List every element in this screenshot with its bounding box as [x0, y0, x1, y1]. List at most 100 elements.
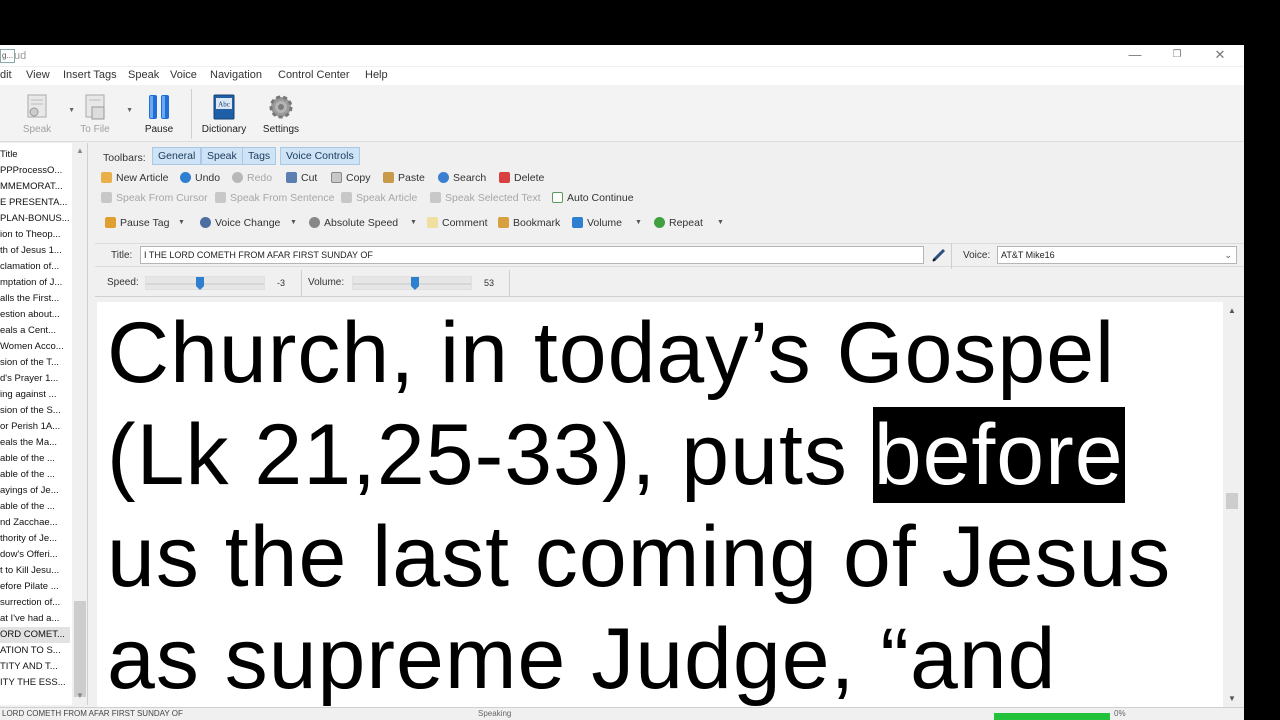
list-item[interactable]: t to Kill Jesu...	[0, 563, 70, 579]
list-item[interactable]: or Perish 1A...	[0, 419, 70, 435]
close-button[interactable]: ✕	[1207, 46, 1233, 64]
new-article-button[interactable]: New Article	[101, 170, 169, 186]
list-item[interactable]: ayings of Je...	[0, 483, 70, 499]
minimize-button[interactable]: —	[1122, 46, 1148, 64]
list-item[interactable]: Women Acco...	[0, 339, 70, 355]
list-item[interactable]: d's Prayer 1...	[0, 371, 70, 387]
menu-insert-tags[interactable]: Insert Tags	[63, 69, 117, 81]
list-item[interactable]: PPProcessO...	[0, 163, 70, 179]
list-item[interactable]: sion of the S...	[0, 403, 70, 419]
speed-slider[interactable]	[145, 276, 265, 290]
tab-voice-controls[interactable]: Voice Controls	[280, 147, 360, 165]
article-editor[interactable]: Church, in today’s Gospel (Lk 21,25-33),…	[97, 302, 1223, 707]
list-item[interactable]: E PRESENTA...	[0, 195, 70, 211]
list-item[interactable]: eals the Ma...	[0, 435, 70, 451]
menu-speak[interactable]: Speak	[128, 69, 159, 81]
delete-button[interactable]: Delete	[499, 170, 544, 186]
auto-continue-toggle[interactable]: Auto Continue	[552, 190, 634, 206]
paste-button[interactable]: Paste	[383, 170, 425, 186]
repeat-dropdown-icon[interactable]: ▼	[717, 219, 724, 226]
menu-voice[interactable]: Voice	[170, 69, 197, 81]
volume-tag-dropdown-icon[interactable]: ▼	[635, 219, 642, 226]
cut-button[interactable]: Cut	[286, 170, 317, 186]
tab-tags[interactable]: Tags	[242, 147, 277, 165]
list-item[interactable]: estion about...	[0, 307, 70, 323]
pause-button[interactable]: Pause	[134, 91, 184, 137]
title-input[interactable]: I THE LORD COMETH FROM AFAR FIRST SUNDAY…	[140, 246, 924, 264]
copy-button[interactable]: Copy	[331, 170, 371, 186]
pause-tag-dropdown-icon[interactable]: ▼	[178, 219, 185, 226]
undo-button[interactable]: Undo	[180, 170, 220, 186]
voice-change-button[interactable]: Voice Change	[200, 215, 280, 231]
menu-edit[interactable]: dit	[0, 69, 12, 81]
scroll-down-icon[interactable]: ▼	[76, 691, 84, 700]
list-item[interactable]: surrection of...	[0, 595, 70, 611]
list-item[interactable]: clamation of...	[0, 259, 70, 275]
menu-navigation[interactable]: Navigation	[210, 69, 262, 81]
list-item[interactable]: ion to Theop...	[0, 227, 70, 243]
list-item[interactable]: sion of the T...	[0, 355, 70, 371]
list-item[interactable]: th of Jesus 1...	[0, 243, 70, 259]
speak-selected-text-button[interactable]: Speak Selected Text	[430, 190, 541, 206]
bookmark-button[interactable]: Bookmark	[498, 215, 560, 231]
menu-control-center[interactable]: Control Center	[278, 69, 350, 81]
speed-slider-thumb[interactable]	[196, 277, 204, 290]
article-list-scroll-thumb[interactable]	[74, 601, 86, 697]
article-text[interactable]: Church, in today’s Gospel (Lk 21,25-33),…	[107, 302, 1217, 707]
list-item[interactable]: TITY AND T...	[0, 659, 70, 675]
editor-scroll-up-icon[interactable]: ▲	[1228, 306, 1236, 315]
volume-slider-thumb[interactable]	[411, 277, 419, 290]
article-list-header[interactable]: Title	[0, 147, 70, 163]
list-item[interactable]: PLAN-BONUS...	[0, 211, 70, 227]
list-item[interactable]: ATION TO S...	[0, 643, 70, 659]
to-file-button[interactable]: To File ▼	[70, 91, 133, 137]
repeat-button[interactable]: Repeat	[654, 215, 703, 231]
tab-general[interactable]: General	[152, 147, 202, 165]
list-item[interactable]: ORD COMET...	[0, 627, 70, 643]
app-icon[interactable]: g...	[0, 49, 15, 63]
speak-article-button[interactable]: Speak Article	[341, 190, 417, 206]
list-item[interactable]: thority of Je...	[0, 531, 70, 547]
volume-tag-button[interactable]: Volume	[572, 215, 622, 231]
menu-view[interactable]: View	[26, 69, 50, 81]
redo-button[interactable]: Redo	[232, 170, 272, 186]
volume-slider[interactable]	[352, 276, 472, 290]
editor-scroll-down-icon[interactable]: ▼	[1228, 694, 1236, 703]
list-item[interactable]: efore Pilate ...	[0, 579, 70, 595]
speak-from-cursor-button[interactable]: Speak From Cursor	[101, 190, 208, 206]
list-item[interactable]: able of the ...	[0, 451, 70, 467]
list-item[interactable]: ing against ...	[0, 387, 70, 403]
voice-change-dropdown-icon[interactable]: ▼	[290, 219, 297, 226]
speak-from-sentence-button[interactable]: Speak From Sentence	[215, 190, 334, 206]
dictionary-button[interactable]: Abc Dictionary	[199, 91, 249, 137]
list-item[interactable]: able of the ...	[0, 499, 70, 515]
comment-button[interactable]: Comment	[427, 215, 488, 231]
search-button[interactable]: Search	[438, 170, 486, 186]
delete-icon	[499, 172, 510, 183]
speak-button[interactable]: Speak ▼	[12, 91, 75, 137]
scroll-up-icon[interactable]: ▲	[76, 146, 84, 155]
voice-select[interactable]: AT&T Mike16 ⌄	[997, 246, 1237, 264]
tab-speak[interactable]: Speak	[201, 147, 243, 165]
editor-scroll-thumb[interactable]	[1226, 493, 1238, 509]
absolute-speed-button[interactable]: Absolute Speed	[309, 215, 398, 231]
editor-scrollbar[interactable]: ▲ ▼	[1223, 302, 1240, 707]
pause-tag-button[interactable]: Pause Tag	[105, 215, 169, 231]
list-item[interactable]: alls the First...	[0, 291, 70, 307]
pen-icon[interactable]	[932, 248, 946, 262]
list-item[interactable]: nd Zacchae...	[0, 515, 70, 531]
list-item[interactable]: dow's Offeri...	[0, 547, 70, 563]
restore-button[interactable]: ❐	[1164, 46, 1190, 64]
chevron-down-icon[interactable]: ⌄	[1224, 247, 1232, 263]
settings-button[interactable]: Settings	[256, 91, 306, 137]
list-item[interactable]: at I've had a...	[0, 611, 70, 627]
to-file-dropdown-icon[interactable]: ▼	[126, 107, 133, 114]
list-item[interactable]: eals a Cent...	[0, 323, 70, 339]
list-item[interactable]: MMEMORAT...	[0, 179, 70, 195]
list-item[interactable]: able of the ...	[0, 467, 70, 483]
list-item[interactable]: mptation of J...	[0, 275, 70, 291]
menu-help[interactable]: Help	[365, 69, 388, 81]
article-list-scrollbar[interactable]: ▲ ▼	[72, 143, 87, 705]
list-item[interactable]: ITY THE ESS...	[0, 675, 70, 691]
absolute-speed-dropdown-icon[interactable]: ▼	[410, 219, 417, 226]
